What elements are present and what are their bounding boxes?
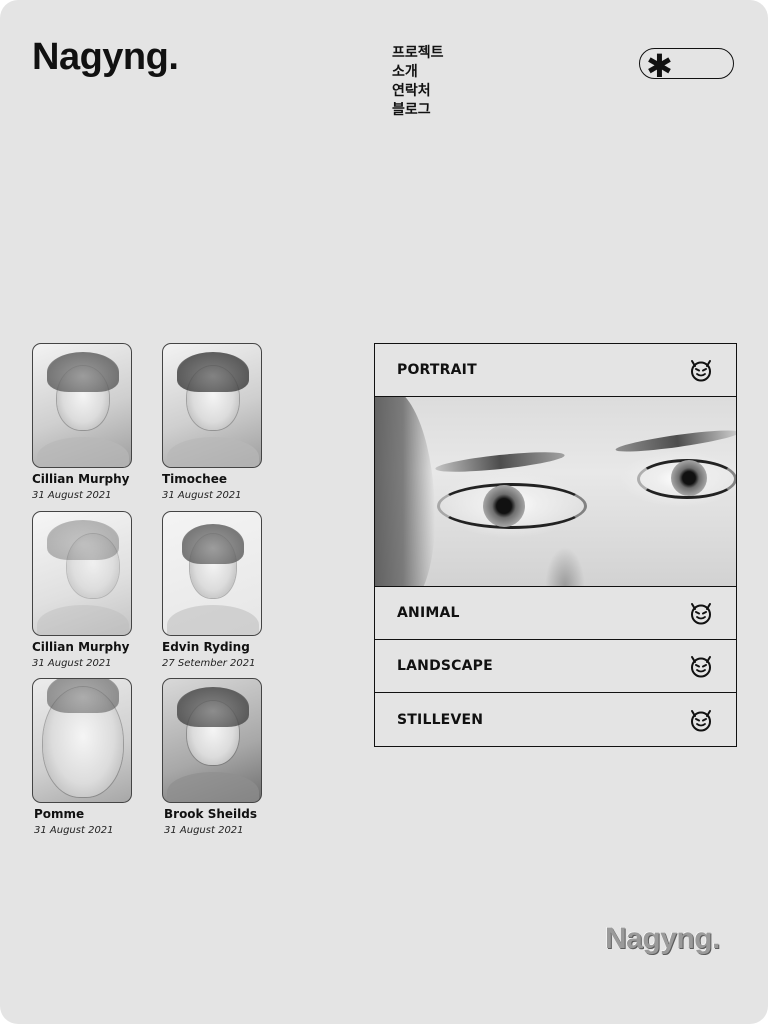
artwork-thumbnail[interactable] bbox=[162, 678, 262, 803]
devil-face-icon bbox=[691, 709, 711, 731]
gallery-card[interactable]: Cillian Murphy 31 August 2021 bbox=[32, 343, 164, 502]
artwork-date: 31 August 2021 bbox=[34, 825, 114, 836]
category-label: STILLEVEN bbox=[397, 711, 484, 728]
artwork-date: 27 Setember 2021 bbox=[162, 658, 256, 669]
artwork-title: Cillian Murphy bbox=[32, 640, 130, 654]
artwork-date: 31 August 2021 bbox=[32, 658, 112, 669]
artwork-thumbnail[interactable] bbox=[162, 511, 262, 636]
devil-face-icon bbox=[691, 603, 711, 625]
category-label: PORTRAIT bbox=[397, 362, 477, 378]
gallery-card[interactable]: Pomme 31 August 2021 bbox=[32, 678, 164, 837]
devil-face-icon bbox=[691, 360, 711, 382]
footer-logo[interactable]: Nagyng. bbox=[605, 924, 720, 954]
artwork-date: 31 August 2021 bbox=[164, 825, 244, 836]
gallery-card[interactable]: Timochee 31 August 2021 bbox=[162, 343, 294, 502]
site-logo[interactable]: Nagyng. bbox=[32, 38, 179, 76]
portrait-preview-image[interactable] bbox=[375, 397, 736, 587]
category-label: ANIMAL bbox=[397, 605, 460, 621]
artwork-thumbnail[interactable] bbox=[162, 343, 262, 468]
asterisk-icon: ✱ bbox=[646, 47, 673, 85]
nav-item-contact[interactable]: 연락처 bbox=[392, 82, 444, 101]
artwork-title: Timochee bbox=[162, 472, 227, 486]
nav-item-blog[interactable]: 블로그 bbox=[392, 101, 444, 120]
nav-item-projects[interactable]: 프로젝트 bbox=[392, 44, 444, 63]
page: Nagyng. 프로젝트 소개 연락처 블로그 ✱ Cillian Murphy… bbox=[0, 0, 768, 1024]
category-landscape[interactable]: LANDSCAPE bbox=[375, 640, 736, 693]
category-label: LANDSCAPE bbox=[397, 658, 493, 674]
category-animal[interactable]: ANIMAL bbox=[375, 587, 736, 640]
artwork-title: Edvin Ryding bbox=[162, 640, 250, 654]
main-nav: 프로젝트 소개 연락처 블로그 bbox=[392, 44, 444, 120]
artwork-title: Cillian Murphy bbox=[32, 472, 130, 486]
gallery-card[interactable]: Brook Sheilds 31 August 2021 bbox=[162, 678, 294, 837]
artwork-thumbnail[interactable] bbox=[32, 511, 132, 636]
artwork-date: 31 August 2021 bbox=[162, 490, 242, 501]
gallery-card[interactable]: Cillian Murphy 31 August 2021 bbox=[32, 511, 164, 670]
search-button[interactable]: ✱ bbox=[639, 47, 734, 85]
artwork-date: 31 August 2021 bbox=[32, 490, 112, 501]
artwork-title: Pomme bbox=[34, 807, 85, 821]
artwork-thumbnail[interactable] bbox=[32, 678, 132, 803]
category-stilleven[interactable]: STILLEVEN bbox=[375, 693, 736, 746]
devil-face-icon bbox=[691, 656, 711, 678]
nav-item-about[interactable]: 소개 bbox=[392, 63, 444, 82]
gallery-card[interactable]: Edvin Ryding 27 Setember 2021 bbox=[162, 511, 294, 670]
artwork-title: Brook Sheilds bbox=[164, 807, 257, 821]
artwork-thumbnail[interactable] bbox=[32, 343, 132, 468]
category-portrait[interactable]: PORTRAIT bbox=[375, 344, 736, 397]
category-accordion: PORTRAIT ANIMAL LANDSCAPE STILLEVEN bbox=[374, 343, 737, 747]
